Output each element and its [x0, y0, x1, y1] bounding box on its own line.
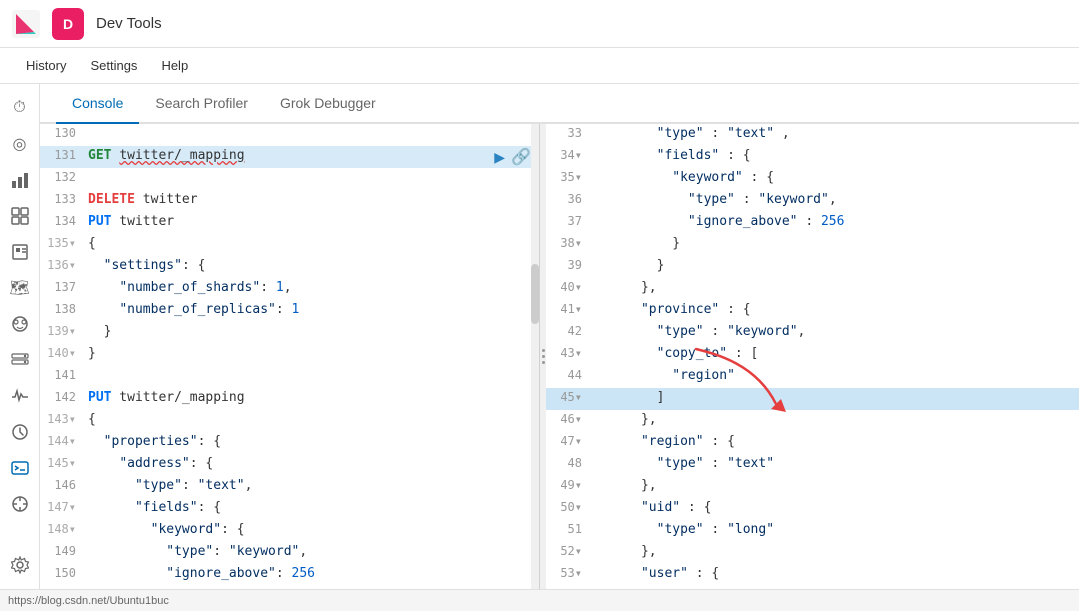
table-row: 46▾ },: [546, 410, 1079, 432]
table-row: 54 "type" : "text",: [546, 586, 1079, 589]
table-row: 142 PUT twitter/_mapping: [40, 388, 539, 410]
table-row: 150 "ignore_above": 256: [40, 564, 539, 586]
sidebar-icon-uptime[interactable]: [4, 416, 36, 448]
layout: ⏱ ◎ 🗺: [0, 84, 1079, 589]
table-row: 40▾ },: [546, 278, 1079, 300]
tab-console[interactable]: Console: [56, 84, 139, 124]
sidebar-icon-management[interactable]: [4, 549, 36, 581]
sidebar-icon-ml[interactable]: [4, 308, 36, 340]
menu-help[interactable]: Help: [151, 54, 198, 77]
table-row: 47▾ "region" : {: [546, 432, 1079, 454]
table-row: 50▾ "uid" : {: [546, 498, 1079, 520]
sidebar-icon-monitoring[interactable]: [4, 488, 36, 520]
table-row: 48 "type" : "text": [546, 454, 1079, 476]
table-row: 43▾ "copy_to" : [: [546, 344, 1079, 366]
tabs-bar: Console Search Profiler Grok Debugger: [40, 84, 1079, 124]
app-title: Dev Tools: [96, 15, 162, 32]
main-content: Console Search Profiler Grok Debugger 13…: [40, 84, 1079, 589]
table-row: 140▾ }: [40, 344, 539, 366]
table-row: 36 "type" : "keyword",: [546, 190, 1079, 212]
sidebar-icon-chart[interactable]: [4, 164, 36, 196]
table-row: 148▾ "keyword": {: [40, 520, 539, 542]
table-row: 39 }: [546, 256, 1079, 278]
table-row: 146 "type": "text",: [40, 476, 539, 498]
sidebar-icon-canvas[interactable]: [4, 236, 36, 268]
left-editor-content[interactable]: 130 131 GET twitter/_mapping ▶ 🔗: [40, 124, 539, 589]
sidebar: ⏱ ◎ 🗺: [0, 84, 40, 589]
table-row: 53▾ "user" : {: [546, 564, 1079, 586]
run-button[interactable]: ▶: [494, 149, 505, 166]
table-row: 33 "type" : "text" ,: [546, 124, 1079, 146]
editor-area: 130 131 GET twitter/_mapping ▶ 🔗: [40, 124, 1079, 589]
table-row: 139▾ }: [40, 322, 539, 344]
table-row: 149 "type": "keyword",: [40, 542, 539, 564]
table-row: 132: [40, 168, 539, 190]
left-editor-pane[interactable]: 130 131 GET twitter/_mapping ▶ 🔗: [40, 124, 540, 589]
table-row: 133 DELETE twitter: [40, 190, 539, 212]
sidebar-icon-compass[interactable]: ◎: [4, 128, 36, 160]
table-row: 143▾ {: [40, 410, 539, 432]
url-text: https://blog.csdn.net/Ubuntu1buc: [8, 595, 169, 607]
right-editor-pane[interactable]: 33 "type" : "text" , 34▾ "fields" : { 35…: [546, 124, 1079, 589]
menu-history[interactable]: History: [16, 54, 76, 77]
table-row: 37 "ignore_above" : 256: [546, 212, 1079, 234]
table-row: 151 }: [40, 586, 539, 589]
menu-settings[interactable]: Settings: [80, 54, 147, 77]
right-editor-content[interactable]: 33 "type" : "text" , 34▾ "fields" : { 35…: [546, 124, 1079, 589]
sidebar-icon-clock[interactable]: ⏱: [4, 92, 36, 124]
table-row: 44 "region": [546, 366, 1079, 388]
left-scrollbar[interactable]: [531, 124, 539, 589]
table-row: 131 GET twitter/_mapping ▶ 🔗: [40, 146, 539, 168]
table-row: 135▾ {: [40, 234, 539, 256]
table-row: 35▾ "keyword" : {: [546, 168, 1079, 190]
table-row: 147▾ "fields": {: [40, 498, 539, 520]
tab-search-profiler[interactable]: Search Profiler: [139, 84, 264, 124]
table-row: 145▾ "address": {: [40, 454, 539, 476]
sidebar-icon-dashboard[interactable]: [4, 200, 36, 232]
table-row: 137 "number_of_shards": 1,: [40, 278, 539, 300]
table-row: 49▾ },: [546, 476, 1079, 498]
topbar: D Dev Tools: [0, 0, 1079, 48]
url-bar: https://blog.csdn.net/Ubuntu1buc: [0, 589, 1079, 611]
table-row: 136▾ "settings": {: [40, 256, 539, 278]
table-row: 134 PUT twitter: [40, 212, 539, 234]
sidebar-icon-infrastructure[interactable]: [4, 344, 36, 376]
tab-grok-debugger[interactable]: Grok Debugger: [264, 84, 392, 124]
app-icon: D: [52, 8, 84, 40]
table-row: 138 "number_of_replicas": 1: [40, 300, 539, 322]
table-row: 51 "type" : "long": [546, 520, 1079, 542]
menubar: History Settings Help: [0, 48, 1079, 84]
table-row: 38▾ }: [546, 234, 1079, 256]
table-row: 130: [40, 124, 539, 146]
table-row: 141: [40, 366, 539, 388]
left-scroll-thumb[interactable]: [531, 264, 539, 324]
sidebar-icon-maps[interactable]: 🗺: [4, 272, 36, 304]
copy-link-button[interactable]: 🔗: [511, 147, 531, 167]
resize-dots: [542, 349, 545, 364]
table-row: 45▾ ]: [546, 388, 1079, 410]
table-row: 34▾ "fields" : {: [546, 146, 1079, 168]
table-row: 52▾ },: [546, 542, 1079, 564]
table-row: 42 "type" : "keyword",: [546, 322, 1079, 344]
sidebar-icon-apm[interactable]: [4, 380, 36, 412]
kibana-logo: [12, 10, 40, 38]
table-row: 144▾ "properties": {: [40, 432, 539, 454]
table-row: 41▾ "province" : {: [546, 300, 1079, 322]
sidebar-icon-devtools[interactable]: [4, 452, 36, 484]
